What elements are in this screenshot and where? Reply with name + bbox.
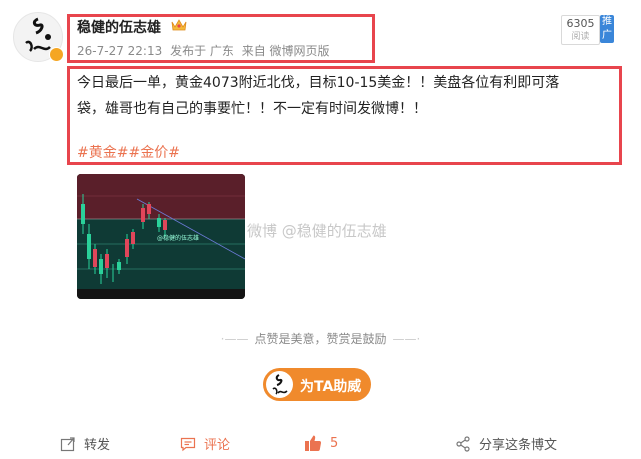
thumbs-up-icon — [305, 435, 322, 451]
forward-icon — [60, 436, 75, 451]
comment-label: 评论 — [204, 438, 231, 453]
post-source: 来自 微博网页版 — [241, 44, 330, 58]
chart-caption: @稳健的伍志雄 — [157, 234, 199, 242]
candlestick-chart-image: @稳健的伍志雄 — [77, 174, 245, 299]
post-location: 发布于 广东 — [170, 44, 234, 58]
forward-label: 转发 — [84, 438, 111, 453]
promote-button[interactable]: 推广 — [600, 15, 614, 43]
forward-button[interactable]: 转发 — [60, 434, 110, 453]
share-label: 分享这条博文 — [479, 438, 558, 453]
crown-icon — [171, 19, 187, 31]
post-tags[interactable]: #黄金##金价# — [77, 142, 180, 162]
post-image[interactable]: @稳健的伍志雄 — [77, 174, 245, 299]
post-timestamp[interactable]: 26-7-27 22:13 — [77, 44, 162, 58]
post-text: 今日最后一单，黄金4073附近北伐，目标10-15美金！！美盘各位有利即可落 袋… — [77, 70, 617, 122]
post-text-line: 今日最后一单，黄金4073附近北伐，目标10-15美金！！美盘各位有利即可落 — [77, 75, 560, 91]
like-button[interactable]: 5 — [304, 434, 338, 452]
comment-icon — [180, 437, 196, 451]
verified-badge-icon — [49, 47, 64, 62]
read-label: 阅读 — [571, 32, 590, 42]
cheer-avatar-icon — [266, 371, 293, 398]
read-count-box: 6305 阅读 — [561, 15, 600, 45]
reward-hint: ·—— 点赞是美意，赞赏是鼓励 ——· — [220, 332, 421, 346]
post-meta: 26-7-27 22:13 发布于 广东 来自 微博网页版 — [77, 42, 334, 59]
like-count: 5 — [330, 435, 339, 451]
post-text-line: 袋，雄哥也有自己的事要忙！！不一定有时间发微博！！ — [77, 101, 427, 117]
share-button[interactable]: 分享这条博文 — [455, 434, 557, 453]
username[interactable]: 稳健的伍志雄 — [77, 17, 161, 37]
image-watermark: 微博 @稳健的伍志雄 — [247, 222, 387, 240]
comment-button[interactable]: 评论 — [180, 434, 230, 453]
share-icon — [456, 435, 470, 452]
cheer-button-label[interactable]: 为TA助威 — [300, 376, 361, 396]
reward-hint-text: 点赞是美意，赞赏是鼓励 — [254, 332, 387, 346]
